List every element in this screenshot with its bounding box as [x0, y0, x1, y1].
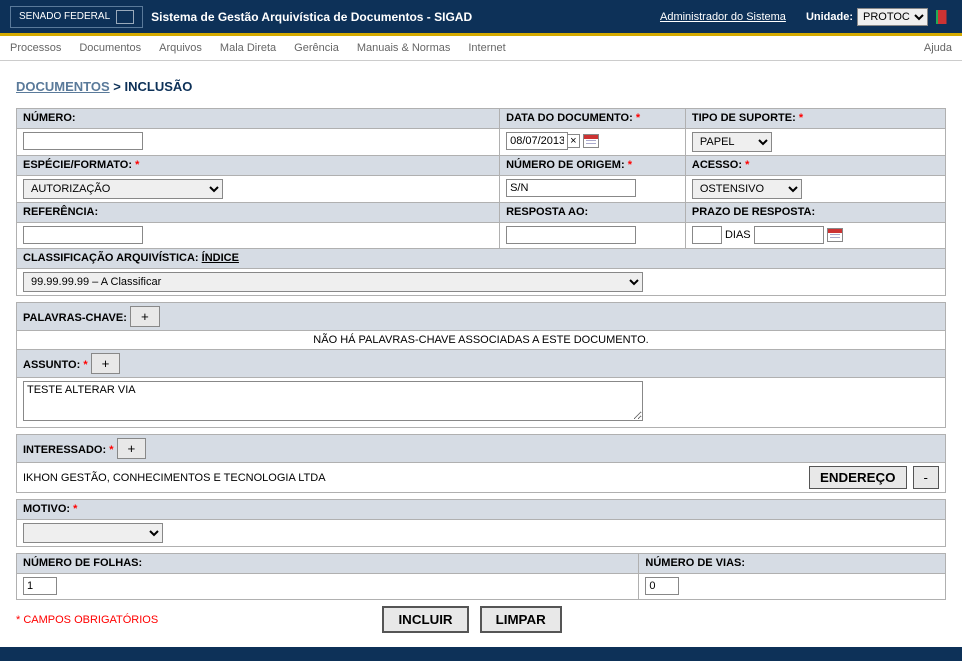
clear-date-icon[interactable]: × [568, 134, 579, 148]
required-mark: * [83, 359, 87, 371]
brand-icon [116, 10, 134, 24]
folhas-vias-table: NÚMERO DE FOLHAS: NÚMERO DE VIAS: [16, 553, 946, 600]
remove-interessado-button[interactable]: - [913, 466, 939, 489]
label-interessado: INTERESSADO: [23, 444, 106, 456]
interessado-name: IKHON GESTÃO, CONHECIMENTOS E TECNOLOGIA… [23, 472, 803, 484]
label-num-origem: NÚMERO DE ORIGEM: [506, 159, 625, 171]
label-assunto: ASSUNTO: [23, 359, 80, 371]
label-num-vias: NÚMERO DE VIAS: [645, 557, 745, 569]
assunto-textarea[interactable] [23, 381, 643, 421]
numero-input[interactable] [23, 132, 143, 150]
menu-gerencia[interactable]: Gerência [294, 42, 339, 54]
label-classificacao: CLASSIFICAÇÃO ARQUIVÍSTICA: [23, 252, 199, 264]
data-doc-input[interactable] [506, 132, 568, 150]
required-mark: * [745, 159, 749, 171]
motivo-table: MOTIVO: * [16, 499, 946, 547]
required-mark: * [799, 112, 803, 124]
label-prazo: PRAZO DE RESPOSTA: [692, 206, 815, 218]
num-vias-input[interactable] [645, 577, 679, 595]
menu-manuais[interactable]: Manuais & Normas [357, 42, 451, 54]
label-tipo-suporte: TIPO DE SUPORTE: [692, 112, 796, 124]
label-numero: NÚMERO: [23, 112, 76, 124]
breadcrumb: DOCUMENTOS > INCLUSÃO [16, 71, 946, 108]
no-keywords-msg: NÃO HÁ PALAVRAS-CHAVE ASSOCIADAS A ESTE … [17, 331, 946, 350]
num-origem-input[interactable] [506, 179, 636, 197]
brand-logo: SENADO FEDERAL [10, 6, 143, 28]
calendar-icon[interactable] [583, 134, 599, 148]
add-assunto-button[interactable]: + [91, 353, 121, 374]
menu-processos[interactable]: Processos [10, 42, 61, 54]
label-acesso: ACESSO: [692, 159, 742, 171]
form-table: NÚMERO: DATA DO DOCUMENTO: * TIPO DE SUP… [16, 108, 946, 296]
add-interessado-button[interactable]: + [117, 438, 147, 459]
required-mark: * [636, 112, 640, 124]
required-mark: * [73, 503, 77, 515]
interessado-table: INTERESSADO: * + IKHON GESTÃO, CONHECIME… [16, 434, 946, 493]
resposta-ao-input[interactable] [506, 226, 636, 244]
especie-select[interactable]: AUTORIZAÇÃO [23, 179, 223, 199]
palavras-table: PALAVRAS-CHAVE: + NÃO HÁ PALAVRAS-CHAVE … [16, 302, 946, 428]
content-area: DOCUMENTOS > INCLUSÃO NÚMERO: DATA DO DO… [0, 61, 962, 643]
label-palavras: PALAVRAS-CHAVE: [23, 312, 127, 324]
required-note: * CAMPOS OBRIGATÓRIOS [16, 614, 158, 626]
num-folhas-input[interactable] [23, 577, 57, 595]
tipo-suporte-select[interactable]: PAPEL [692, 132, 772, 152]
unidade-select[interactable]: PROTOC [857, 8, 928, 26]
dias-label: DIAS [725, 229, 751, 241]
menu-ajuda[interactable]: Ajuda [924, 42, 952, 54]
classificacao-select[interactable]: 99.99.99.99 – A Classificar [23, 272, 643, 292]
logout-icon[interactable] [936, 10, 952, 24]
add-palavra-button[interactable]: + [130, 306, 160, 327]
menu-bar: Processos Documentos Arquivos Mala Diret… [0, 36, 962, 61]
menu-mala-direta[interactable]: Mala Direta [220, 42, 276, 54]
footer-bar [0, 647, 962, 661]
brand-text: SENADO FEDERAL [19, 11, 110, 22]
limpar-button[interactable]: LIMPAR [480, 606, 562, 633]
unidade-label: Unidade: [806, 11, 853, 23]
endereco-button[interactable]: ENDEREÇO [809, 466, 907, 489]
label-num-folhas: NÚMERO DE FOLHAS: [23, 557, 142, 569]
bottom-row: * CAMPOS OBRIGATÓRIOS INCLUIR LIMPAR [16, 600, 946, 639]
prazo-data-input[interactable] [754, 226, 824, 244]
required-mark: * [109, 444, 113, 456]
label-motivo: MOTIVO: [23, 503, 70, 515]
prazo-dias-input[interactable] [692, 226, 722, 244]
menu-arquivos[interactable]: Arquivos [159, 42, 202, 54]
incluir-button[interactable]: INCLUIR [382, 606, 468, 633]
breadcrumb-sep: > [110, 79, 125, 94]
motivo-select[interactable] [23, 523, 163, 543]
required-mark: * [628, 159, 632, 171]
acesso-select[interactable]: OSTENSIVO [692, 179, 802, 199]
label-data-doc: DATA DO DOCUMENTO: [506, 112, 633, 124]
referencia-input[interactable] [23, 226, 143, 244]
label-especie: ESPÉCIE/FORMATO: [23, 159, 132, 171]
breadcrumb-documentos[interactable]: DOCUMENTOS [16, 79, 110, 94]
header-bar: SENADO FEDERAL Sistema de Gestão Arquiví… [0, 0, 962, 36]
label-resposta-ao: RESPOSTA AO: [506, 206, 588, 218]
menu-internet[interactable]: Internet [468, 42, 505, 54]
menu-documentos[interactable]: Documentos [79, 42, 141, 54]
label-referencia: REFERÊNCIA: [23, 206, 98, 218]
system-title: Sistema de Gestão Arquivística de Docume… [151, 10, 660, 24]
indice-link[interactable]: ÍNDICE [202, 252, 239, 264]
calendar-icon[interactable] [827, 228, 843, 242]
required-mark: * [135, 159, 139, 171]
admin-link[interactable]: Administrador do Sistema [660, 11, 786, 23]
breadcrumb-inclusao: INCLUSÃO [124, 79, 192, 94]
